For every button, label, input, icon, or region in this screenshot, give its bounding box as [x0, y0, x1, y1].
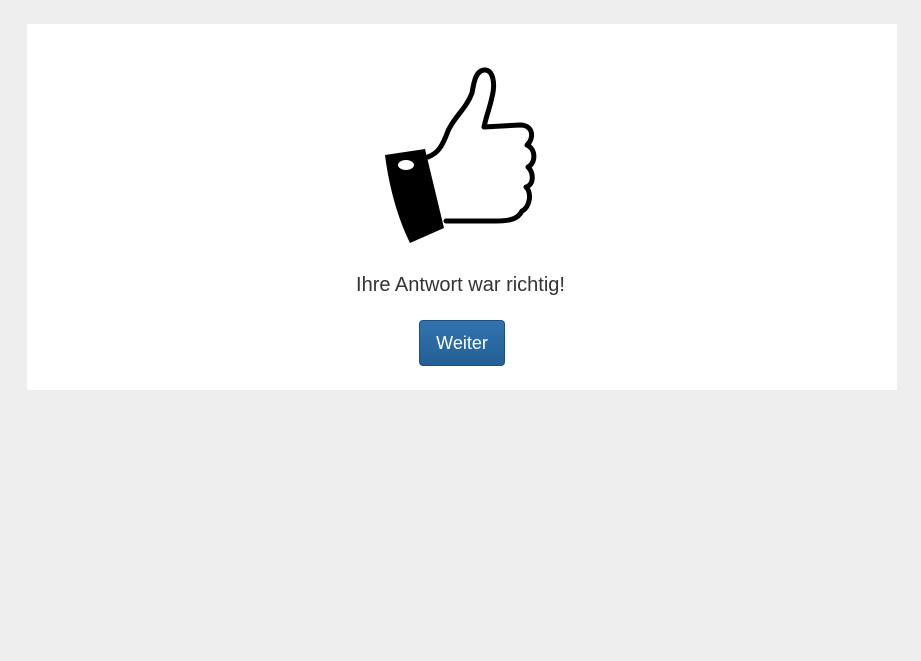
next-button[interactable]: Weiter [419, 320, 505, 366]
thumbs-up-icon [385, 67, 537, 243]
result-message: Ihre Antwort war richtig! [356, 274, 565, 296]
